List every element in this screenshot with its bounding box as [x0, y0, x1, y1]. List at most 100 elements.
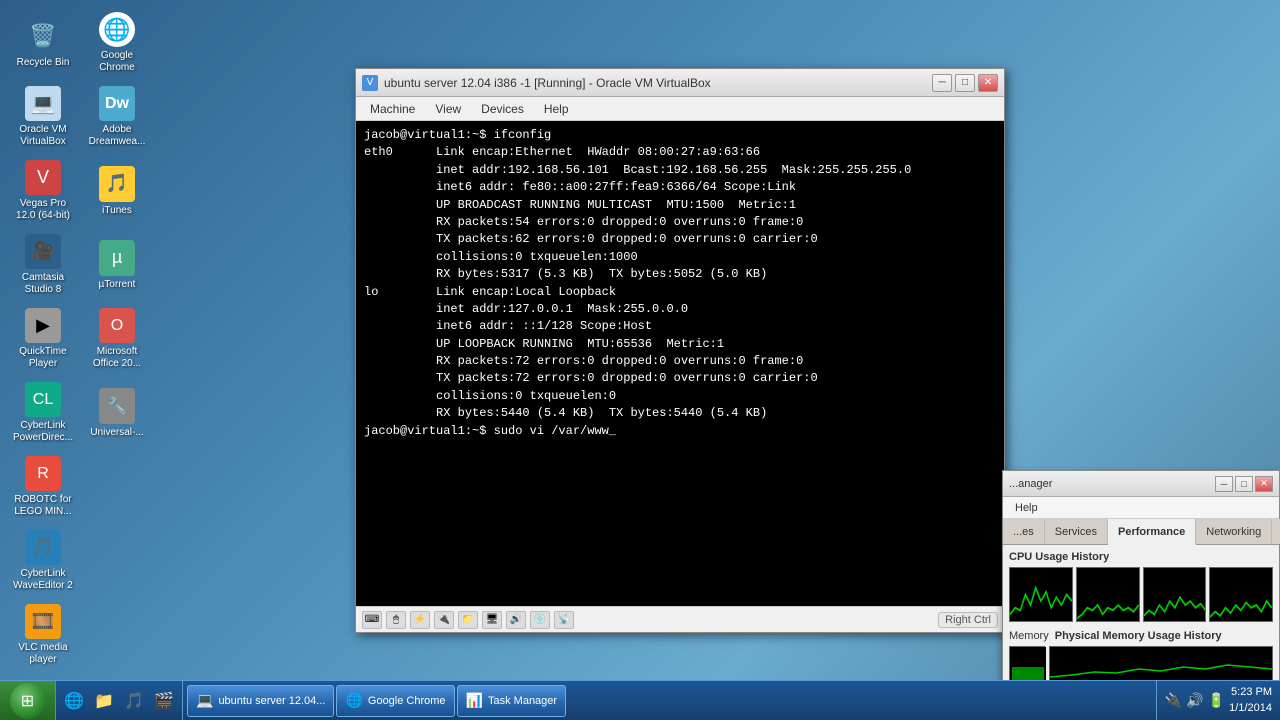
vbox-close-button[interactable]: ✕ — [978, 74, 998, 92]
vbox-terminal[interactable]: jacob@virtual1:~$ ifconfigeth0 Link enca… — [356, 121, 1004, 606]
tray-battery-icon[interactable]: 🔋 — [1208, 692, 1225, 709]
desktop-icon-itunes[interactable]: 🎵 iTunes — [82, 156, 152, 226]
vbox-task-icon: 💻 — [196, 692, 213, 709]
status-icon-audio: 🔊 — [506, 611, 526, 629]
taskmgr-task-label: Task Manager — [488, 695, 557, 707]
tray-network-icon[interactable]: 🔌 — [1165, 692, 1182, 709]
desktop-icon-camtasia[interactable]: 🎥 Camtasia Studio 8 — [8, 230, 78, 300]
desktop-icon-robotc[interactable]: R ROBOTC for LEGO MIN... — [8, 452, 78, 522]
terminal-line: inet addr:127.0.0.1 Mask:255.0.0.0 — [364, 301, 996, 318]
terminal-line: jacob@virtual1:~$ ifconfig — [364, 127, 996, 144]
terminal-line: RX packets:72 errors:0 dropped:0 overrun… — [364, 353, 996, 370]
taskmgr-menu-help[interactable]: Help — [1007, 501, 1046, 515]
desktop-icon-utorrent[interactable]: µ µTorrent — [82, 230, 152, 300]
memory-graph-small — [1009, 646, 1045, 682]
quick-movie-icon[interactable]: 🎬 — [150, 687, 178, 715]
tab-users[interactable]: Users — [1272, 519, 1280, 544]
start-button[interactable]: ⊞ — [0, 681, 56, 720]
terminal-line: lo Link encap:Local Loopback — [364, 284, 996, 301]
status-icon-display: 🖥 — [482, 611, 502, 629]
memory-section: Memory Physical Memory Usage History — [1009, 630, 1273, 642]
taskmgr-minimize-button[interactable]: ─ — [1215, 476, 1233, 492]
vbox-title-buttons: ─ □ ✕ — [932, 74, 998, 92]
status-icon-usb: ⚡ — [410, 611, 430, 629]
taskmgr-task-icon: 📊 — [466, 692, 483, 709]
desktop-icon-ms-office[interactable]: O Microsoft Office 20... — [82, 304, 152, 374]
right-ctrl-label: Right Ctrl — [938, 612, 998, 628]
cpu-graph-3 — [1143, 567, 1207, 622]
tab-networking[interactable]: Networking — [1196, 519, 1272, 544]
desktop-icon-adobe-dreamweaver[interactable]: Dw Adobe Dreamwea... — [82, 82, 152, 152]
terminal-line: inet6 addr: ::1/128 Scope:Host — [364, 318, 996, 335]
cpu-graphs — [1009, 567, 1273, 622]
taskmgr-tabs: ...es Services Performance Networking Us… — [1003, 519, 1279, 545]
terminal-line: inet addr:192.168.56.101 Bcast:192.168.5… — [364, 162, 996, 179]
quick-folder-icon[interactable]: 📁 — [90, 687, 118, 715]
vbox-title-icon: V — [362, 75, 378, 91]
tray-clock[interactable]: 5:23 PM1/1/2014 — [1229, 685, 1272, 716]
windows-logo: ⊞ — [21, 691, 34, 711]
desktop-icon-quicktime[interactable]: ▶ QuickTime Player — [8, 304, 78, 374]
quick-ie-icon[interactable]: 🌐 — [60, 687, 88, 715]
desktop-icon-universal[interactable]: 🔧 Universal-... — [82, 378, 152, 448]
memory-label: Memory — [1009, 630, 1049, 642]
desktop-icon-vlc[interactable]: 🎞️ VLC media player — [8, 600, 78, 670]
desktop-icon-vegas-pro[interactable]: V Vegas Pro 12.0 (64-bit) — [8, 156, 78, 226]
vbox-menubar: Machine View Devices Help — [356, 97, 1004, 121]
terminal-line: inet6 addr: fe80::a00:27ff:fea9:6366/64 … — [364, 179, 996, 196]
vbox-menu-devices[interactable]: Devices — [471, 100, 534, 118]
taskbar-quick-launch: 🌐 📁 🎵 🎬 — [56, 681, 183, 720]
terminal-line: eth0 Link encap:Ethernet HWaddr 08:00:27… — [364, 144, 996, 161]
taskmgr-menubar: Help — [1003, 497, 1279, 519]
terminal-line: UP LOOPBACK RUNNING MTU:65536 Metric:1 — [364, 336, 996, 353]
taskmgr-maximize-button[interactable]: □ — [1235, 476, 1253, 492]
terminal-line: collisions:0 txqueuelen:1000 — [364, 249, 996, 266]
taskmgr-close-button[interactable]: ✕ — [1255, 476, 1273, 492]
cpu-graph-1 — [1009, 567, 1073, 622]
tab-processes[interactable]: ...es — [1003, 519, 1045, 544]
taskmgr-title-buttons: ─ □ ✕ — [1215, 476, 1273, 492]
vbox-menu-help[interactable]: Help — [534, 100, 579, 118]
terminal-line: RX bytes:5440 (5.4 KB) TX bytes:5440 (5.… — [364, 405, 996, 422]
terminal-line: jacob@virtual1:~$ sudo vi /var/www_ — [364, 423, 996, 440]
tab-services[interactable]: Services — [1045, 519, 1108, 544]
vbox-minimize-button[interactable]: ─ — [932, 74, 952, 92]
desktop-icon-recycle-bin[interactable]: 🗑️ Recycle Bin — [8, 8, 78, 78]
terminal-line: UP BROADCAST RUNNING MULTICAST MTU:1500 … — [364, 197, 996, 214]
tab-performance[interactable]: Performance — [1108, 519, 1196, 545]
status-icon-keyboard: ⌨ — [362, 611, 382, 629]
desktop-icon-cyberlink-power[interactable]: CL CyberLink PowerDirec... — [8, 378, 78, 448]
vbox-maximize-button[interactable]: □ — [955, 74, 975, 92]
taskbar-tasks: 💻 ubuntu server 12.04... 🌐 Google Chrome… — [183, 681, 1156, 720]
status-icon-network: 🔌 — [434, 611, 454, 629]
terminal-line: TX packets:72 errors:0 dropped:0 overrun… — [364, 370, 996, 387]
virtualbox-window: V ubuntu server 12.04 i386 -1 [Running] … — [355, 68, 1005, 633]
taskbar-task-taskmgr[interactable]: 📊 Task Manager — [457, 685, 567, 717]
taskmgr-title: ...anager — [1009, 478, 1215, 490]
status-icon-mouse: 🖱 — [386, 611, 406, 629]
taskbar-task-vbox[interactable]: 💻 ubuntu server 12.04... — [187, 685, 334, 717]
vbox-menu-view[interactable]: View — [425, 100, 471, 118]
status-icon-cd: 💿 — [530, 611, 550, 629]
phys-mem-title: Physical Memory Usage History — [1055, 630, 1222, 642]
phys-memory-graph — [1049, 646, 1273, 682]
cpu-graph-2 — [1076, 567, 1140, 622]
tray-volume-icon[interactable]: 🔊 — [1186, 692, 1203, 709]
taskbar-task-chrome[interactable]: 🌐 Google Chrome — [336, 685, 454, 717]
vbox-titlebar: V ubuntu server 12.04 i386 -1 [Running] … — [356, 69, 1004, 97]
start-orb: ⊞ — [10, 683, 46, 719]
desktop-icon-cyberlink-wave[interactable]: 🎵 CyberLink WaveEditor 2 — [8, 526, 78, 596]
terminal-line: RX packets:54 errors:0 dropped:0 overrun… — [364, 214, 996, 231]
vbox-menu-machine[interactable]: Machine — [360, 100, 425, 118]
desktop-icon-virtualbox[interactable]: 💻 Oracle VM VirtualBox — [8, 82, 78, 152]
vbox-statusbar: ⌨ 🖱 ⚡ 🔌 📁 🖥 🔊 💿 📡 Right Ctrl — [356, 606, 1004, 632]
vbox-task-label: ubuntu server 12.04... — [218, 695, 325, 707]
taskbar-tray: 🔌 🔊 🔋 5:23 PM1/1/2014 — [1156, 681, 1280, 720]
status-icon-share: 📁 — [458, 611, 478, 629]
cpu-graph-4 — [1209, 567, 1273, 622]
desktop-icon-google-chrome[interactable]: 🌐 Google Chrome — [82, 8, 152, 78]
quick-media-icon[interactable]: 🎵 — [120, 687, 148, 715]
terminal-line: TX packets:62 errors:0 dropped:0 overrun… — [364, 231, 996, 248]
cpu-section-title: CPU Usage History — [1009, 551, 1273, 563]
taskmgr-titlebar: ...anager ─ □ ✕ — [1003, 471, 1279, 497]
